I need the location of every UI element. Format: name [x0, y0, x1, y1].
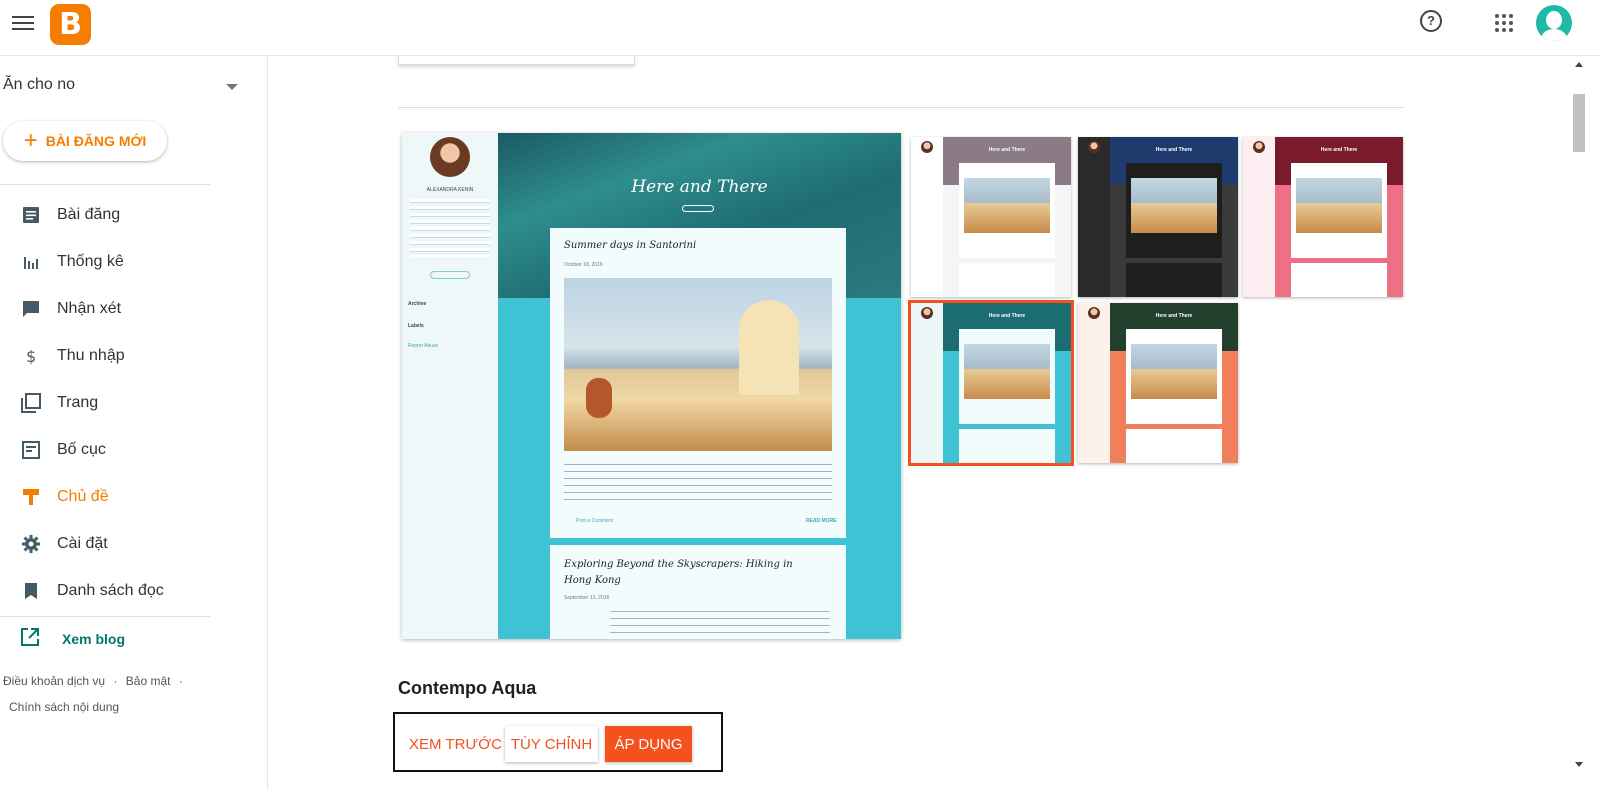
preview-button[interactable]: XEM TRƯỚC — [407, 727, 504, 761]
preview-sidebar: ALEXANDRA KENIN Archive Labels Report Ab… — [402, 133, 498, 639]
archive-label: Archive — [408, 301, 427, 307]
sidebar-footer-links: Điều khoản dịch vụ · Bảo mật · Chính sác… — [3, 668, 203, 720]
thumb-title: Here and There — [988, 147, 1026, 153]
sidebar-item-layout[interactable]: Bố cục — [0, 426, 268, 473]
blogger-logo-icon[interactable]: B — [50, 4, 91, 45]
plus-icon: + — [23, 127, 38, 154]
author-avatar — [430, 137, 470, 177]
post-photo — [564, 278, 832, 451]
blog-selector-label[interactable]: Ăn cho no — [3, 76, 75, 94]
thumb-title: Here and There — [1320, 147, 1358, 153]
hamburger-menu-icon[interactable] — [12, 14, 34, 32]
sidebar-item-label: Nhận xét — [57, 299, 122, 317]
sidebar-nav: Bài đăng Thống kê Nhận xét $ Thu nhập Tr… — [0, 191, 268, 614]
scroll-up-arrow-icon[interactable] — [1575, 62, 1583, 67]
posts-icon — [20, 204, 42, 226]
sidebar-item-theme[interactable]: Chủ đề — [0, 473, 268, 520]
preview-post-card: Exploring Beyond the Skyscrapers: Hiking… — [550, 545, 846, 639]
sidebar-divider — [0, 616, 210, 617]
theme-thumbnail-contempo-dark[interactable]: Here and There — [1078, 137, 1238, 297]
visit-profile-button — [430, 271, 470, 279]
read-more-link: READ MORE — [806, 518, 837, 524]
labels-label: Labels — [408, 323, 424, 329]
section-divider — [398, 107, 1403, 108]
sidebar-item-stats[interactable]: Thống kê — [0, 238, 268, 285]
view-blog-link[interactable]: Xem blog — [0, 619, 268, 659]
view-blog-label: Xem blog — [62, 631, 126, 647]
scroll-down-arrow-icon[interactable] — [1575, 762, 1583, 767]
sidebar-item-earnings[interactable]: $ Thu nhập — [0, 332, 268, 379]
preview-post-card: Summer days in Santorini October 18, 201… — [550, 228, 846, 538]
post-title: Summer days in Santorini — [564, 240, 697, 251]
sidebar-item-label: Danh sách đọc — [57, 581, 164, 599]
new-post-label: BÀI ĐĂNG MỚI — [45, 133, 147, 149]
post-title: Exploring Beyond the Skyscrapers: Hiking… — [564, 559, 793, 586]
sidebar-item-label: Trang — [57, 393, 99, 411]
main-scrollbar[interactable] — [1570, 56, 1588, 789]
sidebar: Ăn cho no + BÀI ĐĂNG MỚI Bài đăng Thống … — [0, 56, 268, 789]
sidebar-item-label: Chủ đề — [57, 487, 109, 505]
help-circle-icon[interactable]: ? — [1420, 10, 1442, 32]
sidebar-item-label: Cài đặt — [57, 534, 108, 552]
post-excerpt — [564, 462, 832, 502]
sidebar-item-label: Thống kê — [57, 252, 124, 270]
theme-icon — [20, 486, 42, 508]
selected-theme-name: Contempo Aqua — [398, 678, 537, 698]
account-avatar-icon[interactable] — [1536, 5, 1572, 41]
thumb-sidebar — [911, 137, 943, 297]
theme-thumbnail-contempo-coral[interactable]: Here and There — [1078, 303, 1238, 463]
settings-icon — [20, 533, 42, 555]
earnings-icon: $ — [20, 345, 42, 367]
apps-grid-icon[interactable] — [1495, 14, 1513, 32]
footer-separator: · — [113, 674, 118, 688]
footer-separator: · — [178, 674, 183, 688]
sidebar-divider — [0, 184, 210, 185]
thumb-title: Here and There — [1155, 313, 1193, 319]
sidebar-item-label: Bài đăng — [57, 205, 121, 223]
sidebar-item-posts[interactable]: Bài đăng — [0, 191, 268, 238]
thumb-title: Here and There — [988, 313, 1026, 319]
post-date: September 13, 2016 — [564, 595, 610, 601]
sidebar-item-label: Thu nhập — [57, 346, 125, 364]
subscribe-button — [682, 205, 714, 212]
report-abuse-label: Report Abuse — [408, 343, 439, 349]
sidebar-item-comments[interactable]: Nhận xét — [0, 285, 268, 332]
author-name: ALEXANDRA KENIN — [426, 187, 474, 193]
terms-link[interactable]: Điều khoản dịch vụ — [3, 674, 105, 688]
post-comment-link: Post a Comment — [576, 518, 614, 524]
svg-text:$: $ — [26, 347, 36, 365]
layout-icon — [20, 439, 42, 461]
content-policy-link[interactable]: Chính sách nội dung — [9, 700, 119, 714]
apply-button[interactable]: ÁP DỤNG — [605, 726, 692, 762]
theme-thumbnail-contempo-red[interactable]: Here and There — [1243, 137, 1403, 297]
comments-icon — [20, 298, 42, 320]
sidebar-item-reading-list[interactable]: Danh sách đọc — [0, 567, 268, 614]
theme-large-preview: ALEXANDRA KENIN Archive Labels Report Ab… — [402, 133, 901, 639]
chevron-down-icon[interactable] — [226, 84, 238, 90]
theme-thumbnail-contempo-aqua[interactable]: Here and There — [908, 300, 1074, 466]
sidebar-item-label: Bố cục — [57, 440, 106, 458]
stats-icon — [20, 251, 42, 273]
privacy-link[interactable]: Bảo mật — [126, 674, 171, 688]
theme-thumbnail-contempo[interactable]: Here and There — [911, 137, 1071, 297]
open-in-new-icon — [20, 627, 40, 652]
preview-blog-title: Here and There — [631, 177, 768, 197]
new-post-button[interactable]: + BÀI ĐĂNG MỚI — [3, 121, 167, 161]
reading-list-icon — [20, 580, 42, 602]
logo-letter: B — [59, 7, 82, 42]
thumb-title: Here and There — [1155, 147, 1193, 153]
customize-button[interactable]: TÙY CHỈNH — [505, 726, 598, 762]
scrollbar-thumb[interactable] — [1573, 94, 1585, 152]
theme-actions: XEM TRƯỚC TÙY CHỈNH ÁP DỤNG — [393, 712, 723, 772]
sidebar-item-settings[interactable]: Cài đặt — [0, 520, 268, 567]
author-bio — [410, 199, 490, 257]
post-excerpt — [610, 609, 830, 639]
top-app-bar: B ? — [0, 0, 1600, 56]
post-date: October 18, 2016 — [564, 262, 603, 268]
theme-main-panel: ALEXANDRA KENIN Archive Labels Report Ab… — [268, 56, 1600, 789]
pages-icon — [20, 392, 42, 414]
previous-theme-card[interactable] — [398, 56, 635, 65]
sidebar-item-pages[interactable]: Trang — [0, 379, 268, 426]
